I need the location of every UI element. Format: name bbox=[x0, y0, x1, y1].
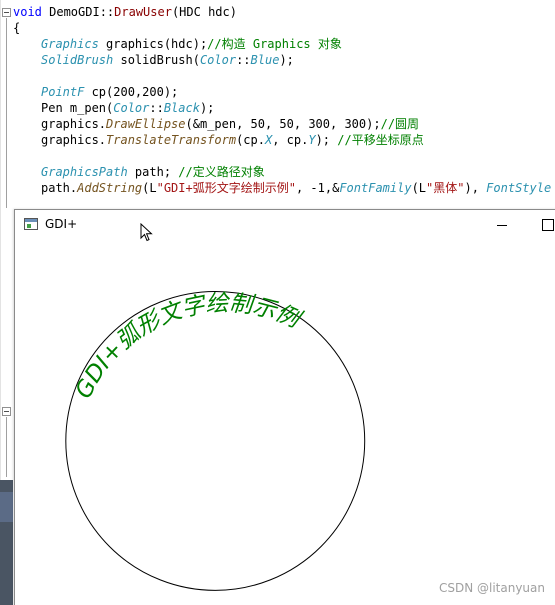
fold-guide-line bbox=[6, 417, 7, 477]
drawing-canvas: GDI+弧形文字绘制示例 bbox=[65, 290, 366, 591]
code-token: ); bbox=[279, 53, 294, 67]
code-token: cp(200,200); bbox=[84, 85, 179, 99]
arc-text: GDI+弧形文字绘制示例 bbox=[71, 290, 306, 403]
code-line[interactable]: GraphicsPath path; //定义路径对象 bbox=[13, 164, 551, 180]
code-token: //圆周 bbox=[380, 117, 420, 131]
code-token: graphics(hdc); bbox=[98, 37, 208, 51]
code-token: Y bbox=[308, 133, 316, 147]
code-token: (HDC hdc) bbox=[171, 5, 237, 19]
code-token: FontStyle bbox=[486, 181, 552, 195]
window-title: GDI+ bbox=[45, 217, 78, 231]
mouse-pointer-icon bbox=[140, 223, 153, 242]
code-token: (L bbox=[411, 181, 427, 195]
code-token: DrawEllipse bbox=[106, 117, 186, 131]
code-token: FontFamily bbox=[339, 181, 412, 195]
gutter-panel-highlight bbox=[0, 492, 13, 522]
source-code[interactable]: void DemoGDI::DrawUser(HDC hdc){Graphics… bbox=[13, 4, 551, 196]
code-token: "GDI+弧形文字绘制示例" bbox=[156, 181, 296, 195]
code-token: (&m_pen, 50, 50, 300, 300); bbox=[185, 117, 381, 131]
code-token: , cp. bbox=[272, 133, 309, 147]
code-line[interactable]: Pen m_pen(Color::Black); bbox=[13, 100, 551, 116]
collapse-block-icon[interactable] bbox=[2, 407, 11, 416]
code-line[interactable] bbox=[13, 148, 551, 164]
code-token: ); bbox=[315, 133, 338, 147]
code-line[interactable]: PointF cp(200,200); bbox=[13, 84, 551, 100]
code-line[interactable]: void DemoGDI::DrawUser(HDC hdc) bbox=[13, 4, 551, 20]
code-token: DemoGDI:: bbox=[41, 5, 115, 19]
code-token: solidBrush( bbox=[113, 53, 200, 67]
drawn-circle bbox=[65, 290, 366, 591]
code-token: //平移坐标原点 bbox=[337, 133, 424, 147]
watermark: CSDN @litanyuan bbox=[438, 581, 545, 595]
code-token: :: bbox=[236, 53, 251, 67]
editor-gutter bbox=[0, 0, 13, 605]
code-token: "黑体" bbox=[426, 181, 465, 195]
fold-guide-line bbox=[6, 18, 7, 208]
code-line[interactable]: Graphics graphics(hdc);//构造 Graphics 对象 bbox=[13, 36, 551, 52]
code-token: Graphics bbox=[41, 37, 99, 51]
code-token: TranslateTransform bbox=[106, 133, 237, 147]
minimize-button[interactable] bbox=[487, 216, 517, 234]
code-token: path; bbox=[127, 165, 179, 179]
code-token: graphics. bbox=[41, 133, 107, 147]
code-token: Black bbox=[163, 101, 200, 115]
code-line[interactable]: SolidBrush solidBrush(Color::Blue); bbox=[13, 52, 551, 68]
code-line[interactable]: graphics.TranslateTransform(cp.X, cp.Y);… bbox=[13, 132, 551, 148]
code-line[interactable]: path.AddString(L"GDI+弧形文字绘制示例", -1,&Font… bbox=[13, 180, 551, 196]
code-token: Color bbox=[113, 101, 150, 115]
code-token: SolidBrush bbox=[41, 53, 114, 67]
code-line[interactable]: { bbox=[13, 20, 551, 36]
code-token: graphics. bbox=[41, 117, 107, 131]
code-token: void bbox=[13, 5, 42, 19]
window-titlebar[interactable]: GDI+ bbox=[15, 210, 555, 240]
code-token: (L bbox=[142, 181, 157, 195]
code-token: PointF bbox=[41, 85, 85, 99]
code-token: Pen m_pen( bbox=[41, 101, 114, 115]
code-token: //构造 Graphics 对象 bbox=[207, 37, 342, 51]
code-token: path. bbox=[41, 181, 78, 195]
code-token: Blue bbox=[250, 53, 280, 67]
code-token: DrawUser bbox=[114, 5, 172, 19]
code-token: { bbox=[13, 21, 21, 35]
collapse-function-icon[interactable] bbox=[2, 8, 11, 17]
code-line[interactable] bbox=[13, 68, 551, 84]
code-token: GraphicsPath bbox=[41, 165, 128, 179]
arc-text-path: GDI+弧形文字绘制示例 bbox=[71, 290, 306, 403]
code-token: //定义路径对象 bbox=[178, 165, 265, 179]
code-token: AddString bbox=[77, 181, 143, 195]
maximize-button[interactable] bbox=[535, 216, 555, 234]
code-token: :: bbox=[149, 101, 164, 115]
code-token: , -1,& bbox=[295, 181, 340, 195]
app-window-icon bbox=[24, 218, 38, 230]
code-token: ); bbox=[199, 101, 215, 115]
code-token: ), bbox=[464, 181, 487, 195]
code-line[interactable]: graphics.DrawEllipse(&m_pen, 50, 50, 300… bbox=[13, 116, 551, 132]
code-token: (cp. bbox=[236, 133, 265, 147]
code-token: Color bbox=[199, 53, 237, 67]
gdi-window[interactable]: GDI+ GDI+弧形文字绘制示例 bbox=[14, 209, 555, 605]
